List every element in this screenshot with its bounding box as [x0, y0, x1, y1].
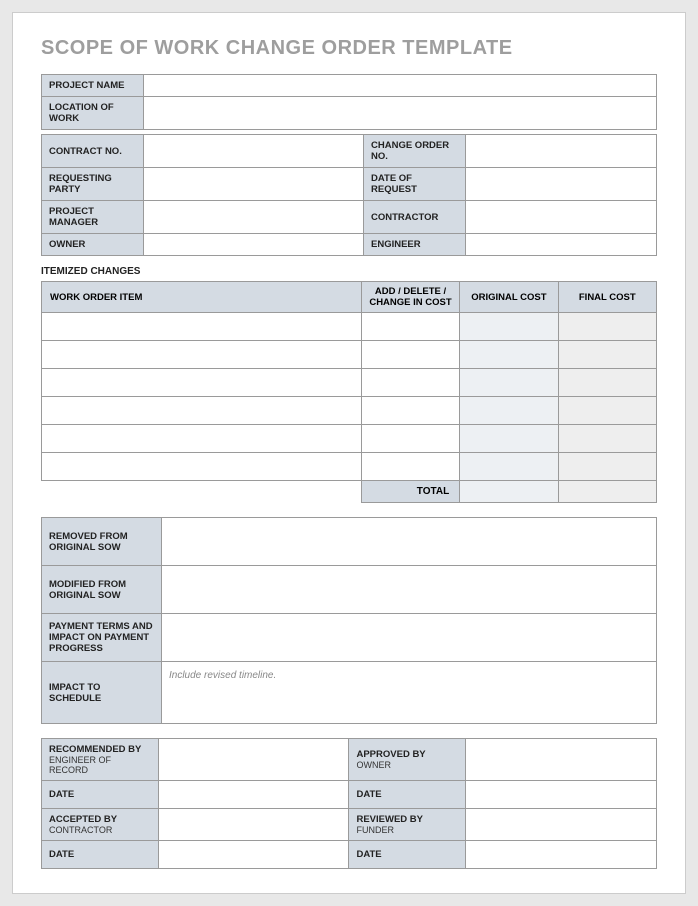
- header-change: ADD / DELETE / CHANGE IN COST: [361, 282, 459, 313]
- original-cost-cell[interactable]: [460, 341, 558, 369]
- item-cell[interactable]: [42, 397, 362, 425]
- approved-date-label: DATE: [349, 781, 466, 809]
- contractor-label: CONTRACTOR: [364, 201, 466, 234]
- project-name-label: PROJECT NAME: [42, 75, 144, 97]
- itemized-header-row: WORK ORDER ITEM ADD / DELETE / CHANGE IN…: [42, 282, 657, 313]
- removed-label: REMOVED FROM ORIGINAL SOW: [42, 518, 162, 566]
- total-final-cost: [558, 481, 656, 503]
- accepted-by-field[interactable]: [158, 809, 349, 841]
- accepted-date-field[interactable]: [158, 841, 349, 869]
- table-row: [42, 397, 657, 425]
- change-order-no-label: CHANGE ORDER NO.: [364, 135, 466, 168]
- payment-terms-label: PAYMENT TERMS AND IMPACT ON PAYMENT PROG…: [42, 614, 162, 662]
- accepted-date-label: DATE: [42, 841, 159, 869]
- recommended-date-label: DATE: [42, 781, 159, 809]
- date-of-request-label: DATE OF REQUEST: [364, 168, 466, 201]
- original-cost-cell[interactable]: [460, 453, 558, 481]
- recommended-by-label: RECOMMENDED BY ENGINEER OF RECORD: [42, 739, 159, 781]
- reviewed-by-label: REVIEWED BY FUNDER: [349, 809, 466, 841]
- recommended-date-field[interactable]: [158, 781, 349, 809]
- approved-by-field[interactable]: [466, 739, 657, 781]
- total-original-cost: [460, 481, 558, 503]
- final-cost-cell[interactable]: [558, 397, 656, 425]
- table-row: [42, 453, 657, 481]
- details-table: REMOVED FROM ORIGINAL SOW MODIFIED FROM …: [41, 517, 657, 724]
- item-cell[interactable]: [42, 341, 362, 369]
- header-final-cost: FINAL COST: [558, 282, 656, 313]
- engineer-label: ENGINEER: [364, 234, 466, 256]
- project-info-table: PROJECT NAME LOCATION OF WORK: [41, 74, 657, 130]
- header-original-cost: ORIGINAL COST: [460, 282, 558, 313]
- table-row: [42, 369, 657, 397]
- item-cell[interactable]: [42, 453, 362, 481]
- requesting-party-label: REQUESTING PARTY: [42, 168, 144, 201]
- change-order-template: SCOPE OF WORK CHANGE ORDER TEMPLATE PROJ…: [12, 12, 686, 894]
- project-manager-label: PROJECT MANAGER: [42, 201, 144, 234]
- final-cost-cell[interactable]: [558, 341, 656, 369]
- change-order-no-field[interactable]: [466, 135, 657, 168]
- change-cell[interactable]: [361, 313, 459, 341]
- page-title: SCOPE OF WORK CHANGE ORDER TEMPLATE: [41, 37, 657, 60]
- removed-field[interactable]: [162, 518, 657, 566]
- accepted-by-label: ACCEPTED BY CONTRACTOR: [42, 809, 159, 841]
- reviewed-by-field[interactable]: [466, 809, 657, 841]
- schedule-placeholder: Include revised timeline.: [169, 668, 649, 681]
- final-cost-cell[interactable]: [558, 369, 656, 397]
- recommended-by-field[interactable]: [158, 739, 349, 781]
- modified-label: MODIFIED FROM ORIGINAL SOW: [42, 566, 162, 614]
- schedule-impact-field[interactable]: Include revised timeline.: [162, 662, 657, 724]
- header-work-order-item: WORK ORDER ITEM: [42, 282, 362, 313]
- approved-date-field[interactable]: [466, 781, 657, 809]
- item-cell[interactable]: [42, 369, 362, 397]
- modified-field[interactable]: [162, 566, 657, 614]
- reviewed-date-field[interactable]: [466, 841, 657, 869]
- change-cell[interactable]: [361, 341, 459, 369]
- approved-by-label: APPROVED BY OWNER: [349, 739, 466, 781]
- itemized-section-title: ITEMIZED CHANGES: [41, 266, 657, 277]
- change-cell[interactable]: [361, 369, 459, 397]
- original-cost-cell[interactable]: [460, 397, 558, 425]
- table-row: [42, 425, 657, 453]
- final-cost-cell[interactable]: [558, 313, 656, 341]
- location-field[interactable]: [144, 97, 657, 130]
- reviewed-date-label: DATE: [349, 841, 466, 869]
- requesting-party-field[interactable]: [144, 168, 364, 201]
- payment-terms-field[interactable]: [162, 614, 657, 662]
- table-row: [42, 341, 657, 369]
- final-cost-cell[interactable]: [558, 425, 656, 453]
- owner-field[interactable]: [144, 234, 364, 256]
- change-cell[interactable]: [361, 425, 459, 453]
- original-cost-cell[interactable]: [460, 425, 558, 453]
- change-cell[interactable]: [361, 397, 459, 425]
- change-cell[interactable]: [361, 453, 459, 481]
- final-cost-cell[interactable]: [558, 453, 656, 481]
- original-cost-cell[interactable]: [460, 313, 558, 341]
- item-cell[interactable]: [42, 313, 362, 341]
- location-label: LOCATION OF WORK: [42, 97, 144, 130]
- total-row: TOTAL: [42, 481, 657, 503]
- signatures-table: RECOMMENDED BY ENGINEER OF RECORD APPROV…: [41, 738, 657, 869]
- engineer-field[interactable]: [466, 234, 657, 256]
- date-of-request-field[interactable]: [466, 168, 657, 201]
- contract-no-label: CONTRACT NO.: [42, 135, 144, 168]
- schedule-impact-label: IMPACT TO SCHEDULE: [42, 662, 162, 724]
- owner-label: OWNER: [42, 234, 144, 256]
- total-label: TOTAL: [361, 481, 459, 503]
- project-manager-field[interactable]: [144, 201, 364, 234]
- contractor-field[interactable]: [466, 201, 657, 234]
- table-row: [42, 313, 657, 341]
- project-name-field[interactable]: [144, 75, 657, 97]
- project-info-grid: CONTRACT NO. CHANGE ORDER NO. REQUESTING…: [41, 134, 657, 256]
- itemized-changes-table: WORK ORDER ITEM ADD / DELETE / CHANGE IN…: [41, 281, 657, 503]
- contract-no-field[interactable]: [144, 135, 364, 168]
- item-cell[interactable]: [42, 425, 362, 453]
- original-cost-cell[interactable]: [460, 369, 558, 397]
